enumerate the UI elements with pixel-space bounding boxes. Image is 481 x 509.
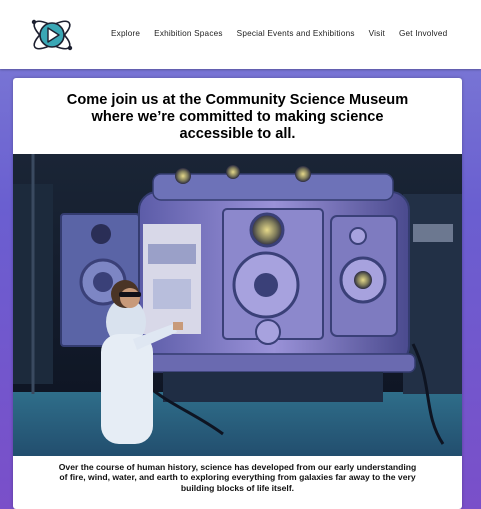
page-headline: Come join us at the Community Science Mu… — [66, 92, 409, 142]
hero-image — [13, 154, 462, 456]
site-header: Explore Exhibition Spaces Special Events… — [0, 0, 481, 69]
nav-get-involved[interactable]: Get Involved — [399, 29, 447, 38]
main-nav: Explore Exhibition Spaces Special Events… — [111, 29, 447, 38]
nav-exhibition-spaces[interactable]: Exhibition Spaces — [154, 29, 222, 38]
content-card: Come join us at the Community Science Mu… — [13, 78, 462, 509]
nav-explore[interactable]: Explore — [111, 29, 140, 38]
intro-paragraph: Over the course of human history, scienc… — [58, 462, 417, 493]
nav-special-events[interactable]: Special Events and Exhibitions — [237, 29, 355, 38]
nav-visit[interactable]: Visit — [369, 29, 385, 38]
atom-logo-icon[interactable] — [29, 12, 75, 58]
